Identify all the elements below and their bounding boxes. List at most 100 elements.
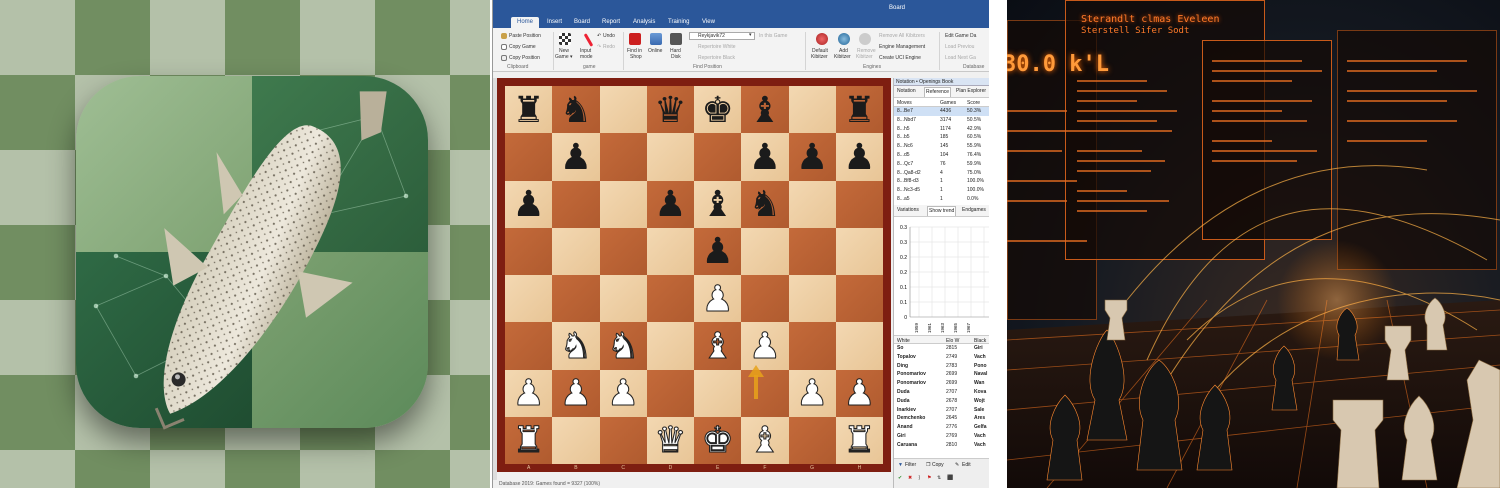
column-moves[interactable]: Moves	[897, 100, 912, 106]
board-square[interactable]: ♚	[694, 416, 742, 464]
black-pawn-icon[interactable]: ♟	[560, 138, 592, 175]
board-square[interactable]	[788, 227, 836, 275]
board-square[interactable]: ♟	[505, 180, 553, 228]
new-game-dropdown[interactable]: Game ▾	[555, 54, 573, 60]
move-row[interactable]: 8...Nc6 145 55.9%	[894, 142, 989, 151]
white-pawn-icon[interactable]: ♟	[701, 280, 734, 317]
black-knight-icon[interactable]: ♞	[749, 186, 781, 222]
board-square[interactable]: ♝	[741, 416, 789, 464]
online-button[interactable]: Online	[648, 48, 662, 54]
white-rook-icon[interactable]: ♜	[512, 421, 545, 458]
tab-training[interactable]: Training	[668, 17, 689, 28]
game-row[interactable]: Duda 2707 Kova	[894, 388, 989, 397]
board-square[interactable]: ♞	[552, 322, 600, 370]
board-square[interactable]	[505, 133, 553, 181]
board-square[interactable]: ♜	[505, 86, 553, 134]
board-square[interactable]: ♝	[694, 180, 742, 228]
move-row[interactable]: 8...d5 104 76.4%	[894, 151, 989, 160]
move-row[interactable]: 8...Nbd7 3174 50.5%	[894, 116, 989, 125]
board-square[interactable]	[552, 227, 600, 275]
board-square[interactable]	[646, 133, 694, 181]
chess-board[interactable]: ♜ ♞ ♛ ♚ ♝ ♜ ♟ ♟ ♟ ♟ ♟ ♟ ♝ ♞ ♟ ♟ ♞ ♞ ♝ ♟ ♟ ♟ ♟ ♟ ♟ ♜ ♛ ♚ ♝ ♜ A B C D E…	[497, 78, 891, 472]
board-square[interactable]: ♟	[741, 133, 789, 181]
tab-view[interactable]: View	[702, 17, 715, 28]
board-square[interactable]	[646, 322, 694, 370]
board-square[interactable]	[599, 227, 647, 275]
board-square[interactable]	[835, 322, 883, 370]
board-square[interactable]	[505, 322, 553, 370]
board-square[interactable]	[599, 416, 647, 464]
tab-analysis[interactable]: Analysis	[633, 17, 655, 28]
tab-home[interactable]: Home	[511, 17, 540, 28]
black-pawn-icon[interactable]: ♟	[843, 138, 875, 175]
black-bishop-icon[interactable]: ♝	[749, 91, 781, 128]
white-pawn-icon[interactable]: ♟	[512, 374, 545, 411]
board-square[interactable]	[788, 275, 836, 323]
black-pawn-icon[interactable]: ♟	[654, 186, 686, 222]
board-square[interactable]: ♜	[505, 416, 553, 464]
remove-all-kibitzers-button[interactable]: Remove All Kibitzers	[879, 33, 925, 39]
white-pawn-icon[interactable]: ♟	[748, 327, 781, 364]
edit-button[interactable]: Edit	[962, 462, 971, 468]
flag-icon[interactable]: ⚑	[927, 475, 931, 481]
game-row[interactable]: Inarkiev 2707 Sale	[894, 406, 989, 415]
white-pawn-icon[interactable]: ♟	[606, 374, 639, 411]
board-square[interactable]	[741, 275, 789, 323]
board-square[interactable]: ♛	[646, 86, 694, 134]
board-square[interactable]	[835, 227, 883, 275]
game-row[interactable]: Ding 2783 Pono	[894, 362, 989, 371]
load-previous-button[interactable]: Load Previou	[945, 44, 974, 50]
game-row[interactable]: So 2815 Giri	[894, 344, 989, 353]
move-row[interactable]: 8...Bf8-d3 1 100.0%	[894, 177, 989, 186]
white-knight-icon[interactable]: ♞	[559, 327, 592, 364]
board-square[interactable]	[552, 416, 600, 464]
white-rook-icon[interactable]: ♜	[843, 421, 876, 458]
bracket-icon[interactable]: ⁆	[918, 475, 920, 481]
black-rook-icon[interactable]: ♜	[512, 91, 544, 128]
board-square[interactable]	[835, 275, 883, 323]
board-square[interactable]: ♟	[788, 369, 836, 417]
board-square[interactable]: ♟	[599, 369, 647, 417]
board-square[interactable]	[788, 322, 836, 370]
chevron-down-icon[interactable]: ▾	[749, 32, 752, 38]
move-row[interactable]: 8...b5 185 60.5%	[894, 133, 989, 142]
board-square[interactable]: ♟	[788, 133, 836, 181]
board-square[interactable]: ♟	[552, 133, 600, 181]
tab-reference[interactable]: Reference	[924, 87, 952, 97]
board-square[interactable]	[788, 86, 836, 134]
board-square[interactable]: ♟	[835, 369, 883, 417]
black-knight-icon[interactable]: ♞	[560, 91, 592, 128]
board-square[interactable]	[741, 227, 789, 275]
tab-variations[interactable]: Variations	[897, 207, 919, 213]
board-square[interactable]	[552, 275, 600, 323]
tab-plan-explorer[interactable]: Plan Explorer	[956, 88, 986, 94]
undo-button[interactable]: Undo	[603, 33, 615, 39]
board-square[interactable]	[599, 275, 647, 323]
tab-endgames[interactable]: Endgames	[962, 207, 986, 213]
board-square[interactable]	[646, 275, 694, 323]
board-square[interactable]	[505, 275, 553, 323]
copy-game-button[interactable]: Copy Game	[509, 44, 536, 50]
delete-icon[interactable]: ✖	[908, 475, 912, 481]
board-square[interactable]: ♞	[552, 86, 600, 134]
white-pawn-icon[interactable]: ♟	[843, 374, 876, 411]
black-pawn-icon[interactable]: ♟	[796, 138, 828, 175]
board-squares[interactable]: ♜ ♞ ♛ ♚ ♝ ♜ ♟ ♟ ♟ ♟ ♟ ♟ ♝ ♞ ♟ ♟ ♞ ♞ ♝ ♟ ♟ ♟ ♟ ♟ ♟ ♜ ♛ ♚ ♝ ♜	[505, 86, 883, 464]
column-games[interactable]: Games	[940, 100, 956, 106]
game-row[interactable]: Topalov 2749 Vach	[894, 353, 989, 362]
board-square[interactable]	[694, 369, 742, 417]
board-square[interactable]	[835, 180, 883, 228]
board-square[interactable]	[552, 180, 600, 228]
game-row[interactable]: Caruana 2810 Vach	[894, 441, 989, 450]
redo-button[interactable]: Redo	[603, 44, 615, 50]
black-pawn-icon[interactable]: ♟	[512, 186, 544, 222]
tab-notation[interactable]: Notation	[897, 88, 916, 94]
sort-icon[interactable]: ⇅	[937, 475, 941, 481]
black-pawn-icon[interactable]: ♟	[749, 138, 781, 175]
black-pawn-icon[interactable]: ♟	[701, 233, 733, 269]
copy-position-button[interactable]: Copy Position	[509, 55, 540, 61]
board-square[interactable]: ♚	[694, 86, 742, 134]
board-square[interactable]: ♟	[835, 133, 883, 181]
board-square[interactable]	[788, 416, 836, 464]
board-square[interactable]: ♟	[694, 227, 742, 275]
